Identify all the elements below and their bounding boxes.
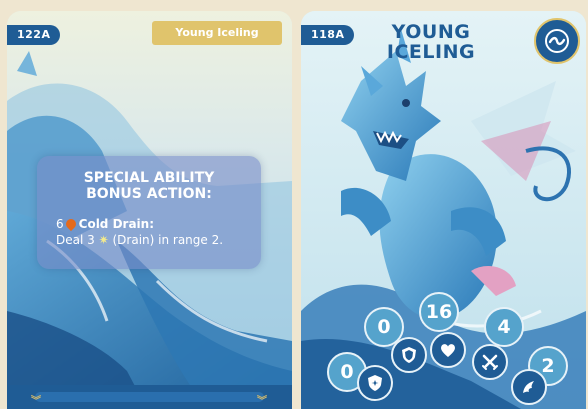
card-title: YOUNG ICELING xyxy=(356,22,506,62)
drain-gem-icon xyxy=(63,216,78,232)
ability-effect-line: Deal 3 ✷ (Drain) in range 2. xyxy=(56,232,223,248)
attack-value-badge: 4 xyxy=(484,307,524,347)
title-line1: YOUNG xyxy=(391,21,471,43)
card-number: 118A xyxy=(311,28,345,41)
heart-icon xyxy=(430,332,466,368)
card-bottom-bar xyxy=(7,385,292,409)
ability-cost-line: 6 Cold Drain: xyxy=(56,216,154,232)
crossed-swords-icon xyxy=(472,344,508,380)
ability-cost: 6 xyxy=(56,217,64,231)
ability-card[interactable]: 122A Young Iceling SPECIAL ABILITY BONUS… xyxy=(7,11,292,409)
ability-heading-line2: BONUS ACTION: xyxy=(86,186,212,202)
ability-name: Cold Drain: xyxy=(78,217,155,231)
chevron-down-icon: ︾ xyxy=(31,396,41,407)
sea-emblem-icon xyxy=(534,18,580,64)
card-name: Young Iceling xyxy=(175,26,259,39)
ability-effect-prefix: Deal 3 xyxy=(56,233,95,247)
card-number: 122A xyxy=(17,28,51,41)
title-line2: ICELING xyxy=(386,41,476,63)
card-number-badge: 118A xyxy=(301,25,355,45)
wing-icon xyxy=(511,369,547,405)
card-number-badge: 122A xyxy=(7,25,61,45)
ability-effect-suffix: (Drain) in range 2. xyxy=(112,233,224,247)
bottom-bar-inset xyxy=(35,392,264,402)
ability-heading-line1: SPECIAL ABILITY xyxy=(83,170,215,186)
card-name-banner: Young Iceling xyxy=(152,21,282,45)
special-ability-box: SPECIAL ABILITY BONUS ACTION: 6 Cold Drai… xyxy=(37,156,261,269)
defense-icon xyxy=(357,365,393,401)
health-value-badge: 16 xyxy=(419,292,459,332)
damage-burst-icon: ✷ xyxy=(98,233,109,247)
chevron-down-icon: ︾ xyxy=(257,396,267,407)
shield-icon xyxy=(391,337,427,373)
creature-card[interactable]: 118A YOUNG ICELING 0 0 16 4 2 xyxy=(301,11,586,409)
